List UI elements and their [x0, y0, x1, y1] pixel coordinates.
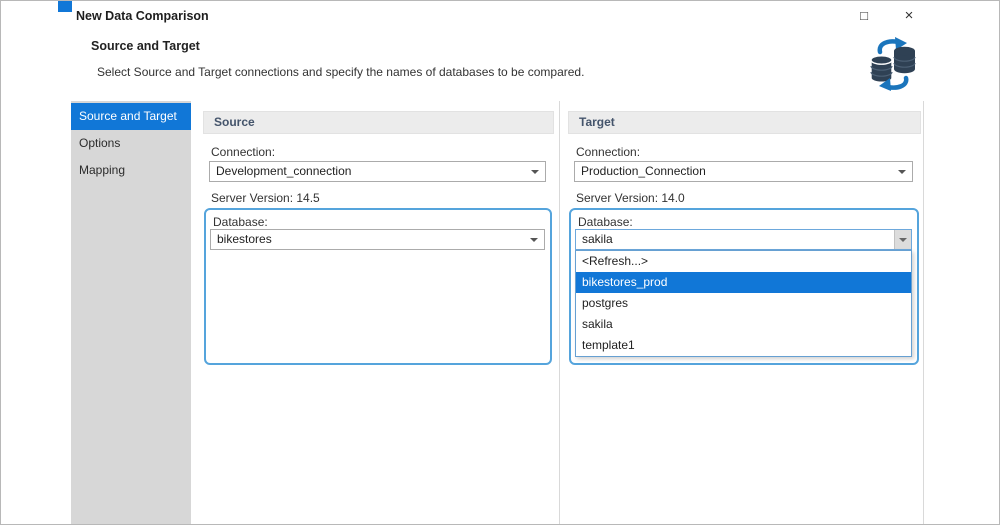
chevron-down-icon — [531, 170, 539, 174]
target-database-combobox[interactable]: sakila — [575, 229, 912, 250]
source-server-version: Server Version: 14.5 — [211, 191, 320, 205]
target-database-dropdown-list: <Refresh...> bikestores_prod postgres sa… — [575, 250, 912, 357]
source-database-dropdown[interactable]: bikestores — [210, 229, 545, 250]
main-content: Source Connection: Development_connectio… — [191, 101, 999, 524]
panel-divider — [923, 101, 924, 524]
page-subtitle: Select Source and Target connections and… — [97, 65, 585, 79]
target-server-version: Server Version: 14.0 — [576, 191, 685, 205]
window-title: New Data Comparison — [76, 9, 209, 23]
source-connection-value: Development_connection — [216, 164, 352, 178]
panel-divider — [559, 101, 560, 524]
source-database-group: Database: bikestores — [204, 208, 552, 365]
titlebar: New Data Comparison □ × — [1, 1, 999, 31]
source-panel: Source Connection: Development_connectio… — [203, 101, 554, 524]
chevron-down-icon — [530, 238, 538, 242]
dropdown-option-template1[interactable]: template1 — [576, 335, 911, 356]
close-button[interactable]: × — [894, 2, 924, 30]
window-accent — [58, 1, 72, 12]
dropdown-option-postgres[interactable]: postgres — [576, 293, 911, 314]
chevron-down-icon — [898, 170, 906, 174]
target-connection-value: Production_Connection — [581, 164, 706, 178]
target-connection-dropdown[interactable]: Production_Connection — [574, 161, 913, 182]
sidebar-item-label: Source and Target — [79, 109, 177, 123]
close-icon: × — [904, 7, 914, 24]
database-sync-icon — [867, 37, 919, 91]
maximize-icon: □ — [860, 8, 868, 23]
target-database-group: Database: sakila <Refresh...> bikestores… — [569, 208, 919, 365]
target-panel-header: Target — [568, 111, 921, 134]
target-connection-label: Connection: — [576, 145, 641, 159]
dropdown-option-sakila[interactable]: sakila — [576, 314, 911, 335]
target-panel: Target Connection: Production_Connection… — [568, 101, 921, 524]
source-database-label: Database: — [213, 215, 268, 229]
source-connection-dropdown[interactable]: Development_connection — [209, 161, 546, 182]
dropdown-option-bikestores-prod[interactable]: bikestores_prod — [576, 272, 911, 293]
wizard-sidebar: Source and Target Options Mapping — [71, 101, 191, 524]
sidebar-item-label: Options — [79, 136, 121, 150]
target-database-value: sakila — [582, 232, 613, 246]
target-database-label: Database: — [578, 215, 633, 229]
maximize-button[interactable]: □ — [849, 2, 879, 30]
sidebar-item-label: Mapping — [79, 163, 126, 177]
page-title: Source and Target — [91, 39, 200, 53]
chevron-down-icon — [899, 238, 907, 242]
dropdown-option-refresh[interactable]: <Refresh...> — [576, 251, 911, 272]
source-panel-header: Source — [203, 111, 554, 134]
sidebar-item-mapping[interactable]: Mapping — [71, 157, 191, 184]
source-database-value: bikestores — [217, 232, 272, 246]
combo-dropdown-button[interactable] — [894, 230, 911, 249]
sidebar-item-source-and-target[interactable]: Source and Target — [71, 103, 191, 130]
source-connection-label: Connection: — [211, 145, 276, 159]
sidebar-item-options[interactable]: Options — [71, 130, 191, 157]
new-data-comparison-dialog: New Data Comparison □ × Source and Targe… — [0, 0, 1000, 525]
